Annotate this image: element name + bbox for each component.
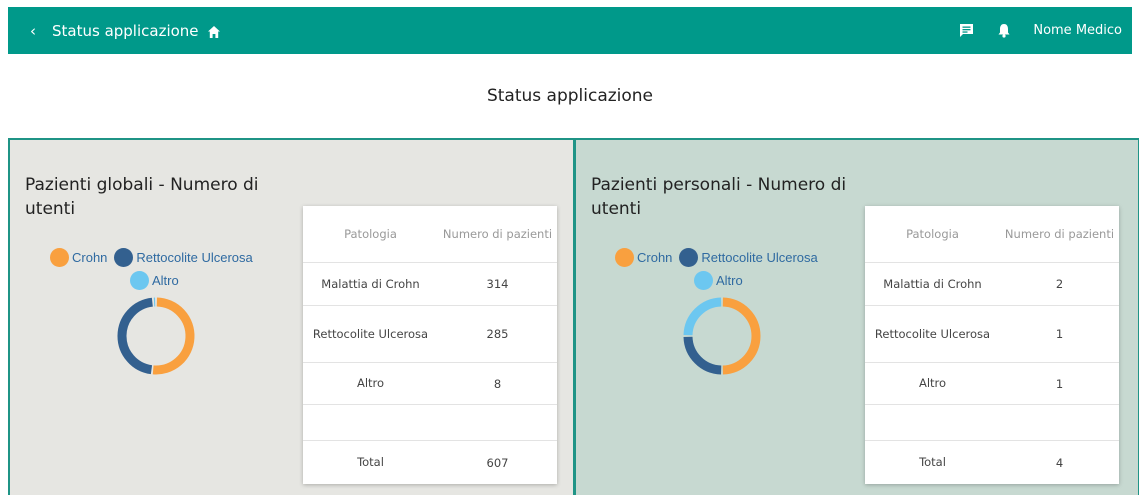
app-bar-title: Status applicazione: [52, 21, 199, 40]
bell-icon[interactable]: [995, 22, 1013, 40]
rettocolite-legend-swatch[interactable]: [114, 248, 134, 267]
table-row: Rettocolite Ulcerosa 285: [303, 306, 557, 363]
rettocolite-legend-swatch[interactable]: [679, 248, 699, 267]
table-row-empty: [865, 405, 1119, 441]
numero-header: Numero di pazienti: [442, 227, 553, 241]
donut-slice-rettocolite[interactable]: [683, 336, 722, 375]
table-header-row: Patologia Numero di pazienti: [303, 206, 557, 263]
home-icon[interactable]: [207, 24, 221, 38]
global-table-card: Patologia Numero di pazienti Malattia di…: [303, 206, 557, 484]
table-row-empty: [303, 405, 557, 441]
table-total-row: Total 4: [919, 455, 1064, 470]
crohn-legend-label[interactable]: Crohn: [637, 250, 672, 265]
chevron-left-icon[interactable]: ‹: [18, 22, 48, 40]
donut-slice-altro[interactable]: [683, 297, 722, 336]
patologia-header: Patologia: [906, 226, 959, 241]
patologia-header: Patologia: [344, 226, 397, 241]
global-patients-panel: Pazienti globali - Numero di utenti Croh…: [8, 138, 575, 495]
rettocolite-legend-label[interactable]: Rettocolite Ulcerosa: [136, 250, 252, 265]
table-row: Malattia di Crohn 2: [865, 263, 1119, 306]
table-row: Altro 8: [303, 363, 557, 405]
table-header-row: Patologia Numero di pazienti: [865, 206, 1119, 263]
donut-slice-rettocolite[interactable]: [117, 297, 154, 375]
chat-icon[interactable]: [957, 22, 975, 40]
altro-legend-swatch[interactable]: [130, 271, 149, 290]
altro-legend-swatch[interactable]: [694, 271, 713, 290]
rettocolite-legend-label[interactable]: Rettocolite Ulcerosa: [701, 250, 817, 265]
crohn-legend-label[interactable]: Crohn: [72, 250, 107, 265]
numero-header: Numero di pazienti: [1004, 227, 1115, 241]
table-total-row: Total 607: [357, 455, 509, 470]
donut-slice-crohn[interactable]: [722, 297, 761, 375]
crohn-legend-swatch[interactable]: [50, 248, 69, 267]
table-row: Rettocolite Ulcerosa 1: [865, 306, 1119, 363]
app-bar: ‹ Status applicazione Nome Medico: [8, 7, 1132, 54]
user-name[interactable]: Nome Medico: [1033, 23, 1122, 38]
personal-table-card: Patologia Numero di pazienti Malattia di…: [865, 206, 1119, 484]
personal-panel-title: Pazienti personali - Numero di utenti: [591, 175, 847, 219]
altro-legend-label[interactable]: Altro: [152, 273, 179, 288]
personal-patients-panel: Pazienti personali - Numero di utenti Cr…: [574, 138, 1139, 495]
crohn-legend-swatch[interactable]: [615, 248, 634, 267]
donut-slice-crohn[interactable]: [152, 297, 195, 375]
personal-donut-chart: [683, 297, 761, 375]
global-panel-title: Pazienti globali - Numero di utenti: [25, 175, 259, 219]
table-row: Malattia di Crohn 314: [303, 263, 557, 306]
page-title: Status applicazione: [486, 86, 654, 106]
table-row: Altro 1: [865, 363, 1119, 405]
altro-legend-label[interactable]: Altro: [716, 273, 743, 288]
global-donut-chart: [117, 297, 195, 375]
